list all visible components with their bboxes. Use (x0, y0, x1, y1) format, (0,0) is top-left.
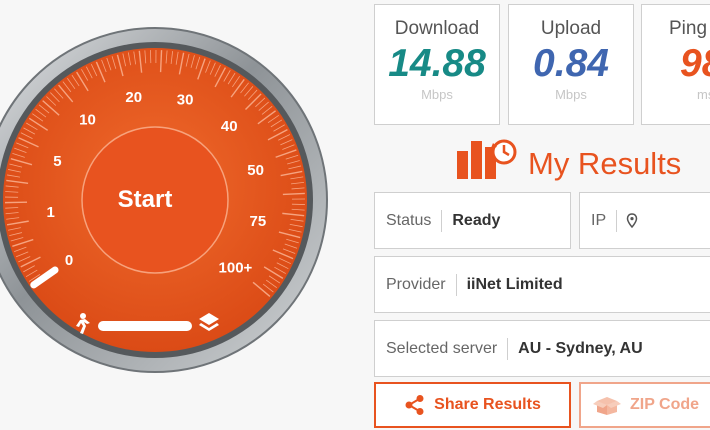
start-button[interactable]: Start (118, 186, 173, 213)
server-value: AU - Sydney, AU (518, 339, 643, 357)
gauge-scale-label: 20 (125, 89, 142, 106)
ip-label: IP (591, 211, 607, 229)
provider-field: Provider iiNet Limited (374, 256, 710, 313)
gauge-scale-label: 1 (47, 204, 55, 221)
gauge-scale-label: 100+ (219, 259, 253, 276)
package-icon (592, 397, 621, 415)
server-label: Selected server (386, 339, 498, 357)
progress-track (98, 321, 192, 331)
download-title: Download (394, 18, 480, 39)
bar-chart-clock-icon (457, 139, 517, 179)
status-field: Status Ready (374, 192, 571, 249)
ping-card: Ping 98 ms (641, 4, 710, 125)
gauge-scale-label: 40 (221, 118, 238, 135)
server-field[interactable]: Selected server AU - Sydney, AU (374, 320, 710, 377)
status-value: Ready (452, 211, 501, 229)
zip-code-label: ZIP Code (629, 396, 700, 413)
gauge-scale-label: 5 (53, 153, 61, 170)
status-label: Status (386, 211, 432, 229)
gauge-scale-label: 50 (247, 162, 264, 179)
provider-label: Provider (386, 275, 446, 293)
divider (616, 209, 618, 232)
upload-unit: Mbps (555, 87, 587, 102)
share-icon (405, 395, 424, 415)
gauge-dial: 0 1 5 10 20 30 40 50 75 100+ Start (0, 27, 328, 373)
gauge-scale-label: 0 (65, 252, 73, 269)
download-unit: Mbps (421, 87, 453, 102)
provider-value: iiNet Limited (466, 275, 563, 293)
ip-field: IP (579, 192, 710, 249)
gauge-scale-label: 75 (249, 213, 266, 230)
gauge-scale-label: 10 (79, 112, 96, 129)
download-value: 14.88 (388, 42, 486, 85)
location-pin-icon (626, 212, 638, 228)
share-results-button[interactable]: Share Results (374, 382, 571, 428)
ping-value: 98 (680, 42, 710, 85)
speed-gauge: 0 1 5 10 20 30 40 50 75 100+ Start (0, 0, 360, 430)
ping-unit: ms (697, 87, 710, 102)
ping-title: Ping (669, 18, 708, 39)
upload-value: 0.84 (533, 42, 609, 85)
upload-title: Upload (540, 18, 602, 39)
share-results-label: Share Results (434, 396, 541, 413)
zip-code-button[interactable]: ZIP Code (579, 382, 710, 428)
gauge-tick (282, 192, 305, 196)
upload-card: Upload 0.84 Mbps (508, 4, 634, 125)
download-card: Download 14.88 Mbps (374, 4, 500, 125)
gauge-tick (159, 50, 163, 73)
results-title: My Results (528, 146, 682, 181)
gauge-scale-label: 30 (177, 91, 194, 108)
